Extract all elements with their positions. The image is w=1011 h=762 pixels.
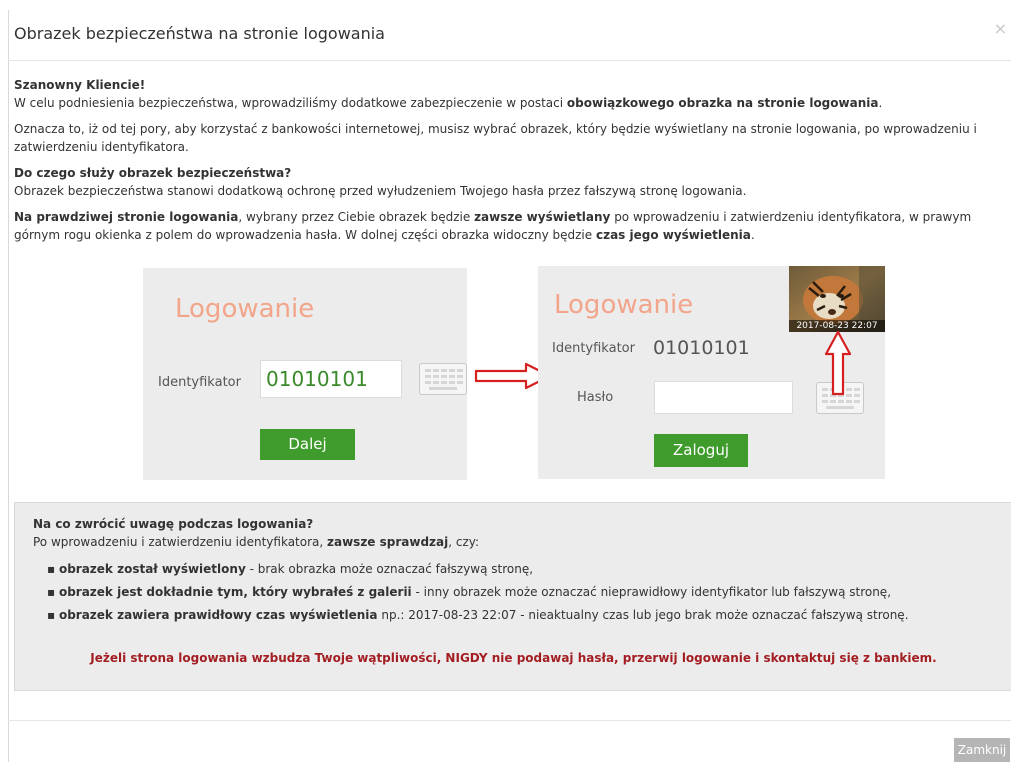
question-title: Do czego służy obrazek bezpieczeństwa? [14, 166, 292, 180]
password-label: Hasło [577, 390, 614, 405]
security-image-modal: Obrazek bezpieczeństwa na stronie logowa… [0, 0, 1011, 762]
close-button[interactable]: Zamknij [954, 738, 1010, 762]
warning-bullet: ▪ obrazek zawiera prawidłowy czas wyświe… [47, 608, 909, 622]
question-text: Obrazek bezpieczeństwa stanowi dodatkową… [14, 184, 747, 198]
warning-intro-bold: zawsze sprawdzaj [327, 535, 449, 549]
illustration-heading: Logowanie [175, 294, 315, 324]
display-time-bold: czas jego wyświetlenia [595, 228, 751, 242]
close-icon[interactable]: × [994, 21, 1007, 37]
warning-bullet: ▪ obrazek jest dokładnie tym, który wybr… [47, 585, 892, 599]
bullet-bold: obrazek zawiera prawidłowy czas wyświetl… [58, 608, 378, 622]
identifier-value: 01010101 [653, 337, 750, 359]
login-button-illustration: Zaloguj [654, 434, 748, 467]
real-login-end: . [750, 228, 755, 242]
always-shown-bold: zawsze wyświetlany [474, 210, 611, 224]
warning-title: Na co zwrócić uwagę podczas logowania? [33, 517, 314, 531]
intro-bold: obowiązkowego obrazka na stronie logowan… [566, 96, 879, 110]
intro-paragraph-2: Oznacza to, iż od tej pory, aby korzysta… [14, 122, 977, 154]
real-login-bold: Na prawdziwej stronie logowania [14, 210, 239, 224]
keyboard-icon [419, 363, 467, 395]
modal-body-text: Szanowny Kliencie! W celu podniesienia b… [14, 76, 1004, 252]
warning-intro-end: , czy: [448, 535, 480, 549]
identifier-label: Identyfikator [552, 341, 635, 356]
intro-text: W celu podniesienia bezpieczeństwa, wpro… [14, 96, 567, 110]
identifier-label: Identyfikator [158, 375, 241, 390]
warning-box: Na co zwrócić uwagę podczas logowania? P… [14, 502, 1011, 691]
intro-paragraph-1: Szanowny Kliencie! W celu podniesienia b… [14, 76, 1004, 112]
arrow-up-icon [824, 330, 852, 396]
modal-header: Obrazek bezpieczeństwa na stronie logowa… [8, 10, 1011, 61]
illustration-login-step1: Logowanie Identyfikator 01010101 Dalej [143, 268, 467, 480]
question-paragraph: Do czego służy obrazek bezpieczeństwa? O… [14, 164, 1004, 200]
next-button-illustration: Dalej [260, 429, 355, 460]
warning-alert: Jeżeli strona logowania wzbudza Twoje wą… [90, 651, 937, 665]
identifier-value: 01010101 [266, 367, 368, 391]
real-login-text: , wybrany przez Ciebie obrazek będzie [238, 210, 475, 224]
real-login-paragraph: Na prawdziwej stronie logowania, wybrany… [14, 208, 1004, 244]
password-field [654, 381, 793, 414]
bullet-text: - brak obrazka może oznaczać fałszywą st… [245, 562, 534, 576]
warning-intro: Po wprowadzeniu i zatwierdzeniu identyfi… [33, 535, 479, 549]
footer-divider [8, 720, 1011, 721]
security-image: 2017-08-23 22:07 [789, 266, 885, 332]
bullet-bold: obrazek jest dokładnie tym, który wybrał… [58, 585, 412, 599]
bullet-bold: obrazek został wyświetlony [58, 562, 246, 576]
warning-intro-text: Po wprowadzeniu i zatwierdzeniu identyfi… [33, 535, 328, 549]
modal-title: Obrazek bezpieczeństwa na stronie logowa… [14, 24, 385, 43]
bullet-text: np.: 2017-08-23 22:07 - nieaktualny czas… [377, 608, 909, 622]
bullet-text: - inny obrazek może oznaczać nieprawidło… [411, 585, 892, 599]
modal-left-border [8, 10, 9, 762]
illustration-heading: Logowanie [554, 290, 694, 320]
warning-bullet: ▪ obrazek został wyświetlony - brak obra… [47, 562, 534, 576]
greeting: Szanowny Kliencie! [14, 78, 146, 92]
intro-end: . [878, 96, 883, 110]
